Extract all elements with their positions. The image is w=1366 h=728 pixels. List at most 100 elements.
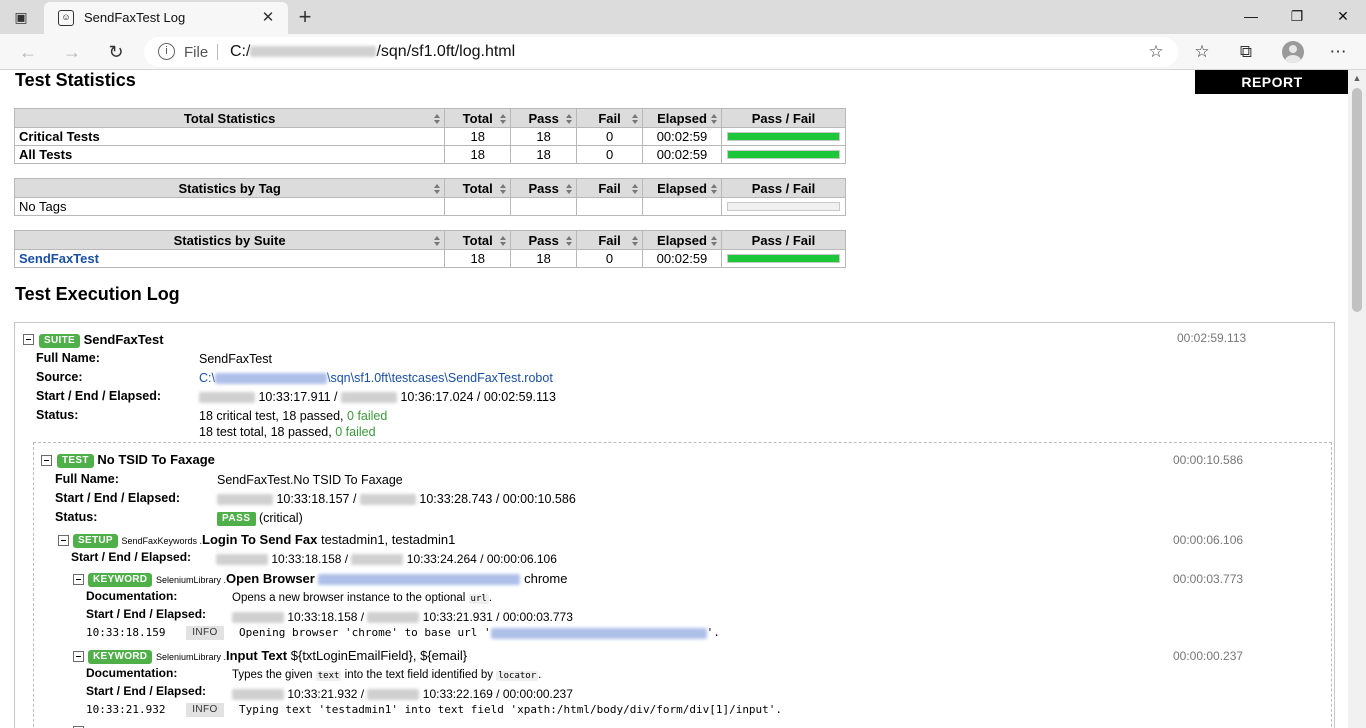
- sort-icon: [566, 236, 573, 246]
- test-elapsed: 00:00:10.586: [1173, 453, 1244, 467]
- scroll-up-icon[interactable]: ▲: [1348, 70, 1366, 86]
- sort-icon: [710, 184, 718, 194]
- close-window-icon[interactable]: ✕: [1320, 0, 1366, 32]
- suite-header[interactable]: SUITE SendFaxTest: [39, 332, 164, 348]
- address-scheme: File: [184, 44, 209, 61]
- col-header[interactable]: Statistics by Tag: [13, 178, 446, 198]
- close-tab-icon[interactable]: ✕: [258, 8, 278, 28]
- col-header[interactable]: Pass: [510, 178, 578, 198]
- stat-pass: [510, 197, 578, 216]
- meta-key: Start / End / Elapsed:: [71, 550, 192, 564]
- collections-icon[interactable]: ⧉: [1233, 39, 1259, 65]
- vertical-scrollbar[interactable]: ▲: [1348, 70, 1366, 728]
- collapse-test-toggle[interactable]: [41, 455, 52, 466]
- collapse-keyword-toggle[interactable]: [73, 574, 84, 585]
- keyword-documentation: Opens a new browser instance to the opti…: [232, 592, 493, 604]
- stat-elapsed: 00:02:59: [642, 127, 722, 146]
- address-bar[interactable]: i File C:/ /sqn/sf1.0ft/log.html ☆: [144, 37, 1178, 67]
- test-status: PASS (critical): [217, 511, 303, 526]
- stat-graph-cell: [720, 145, 847, 164]
- keyword-header[interactable]: KEYWORD SeleniumLibrary .Input Text ${tx…: [88, 648, 467, 664]
- keyword-header[interactable]: KEYWORD SeleniumLibrary .Open Browser ch…: [88, 571, 567, 587]
- refresh-icon[interactable]: ↻: [102, 38, 130, 66]
- meta-key: Full Name:: [55, 472, 119, 486]
- stat-fail: [576, 197, 644, 216]
- sort-icon: [632, 114, 639, 124]
- col-header[interactable]: Elapsed: [642, 178, 722, 198]
- col-header[interactable]: Pass: [510, 230, 578, 250]
- col-header[interactable]: Total Statistics: [13, 108, 446, 128]
- redacted-path: [250, 46, 377, 58]
- browser-toolbar: ← → ↻ i File C://sqn/sf1.0ft/log.html ☆ …: [0, 34, 1366, 70]
- suite-times: 10:33:17.911 / 10:36:17.024 / 00:02:59.1…: [199, 390, 556, 404]
- back-arrow-icon[interactable]: ←: [14, 38, 42, 66]
- tab-title: SendFaxTest Log: [84, 10, 186, 25]
- stat-graph-cell: [720, 197, 847, 216]
- meta-key: Start / End / Elapsed:: [86, 684, 207, 698]
- test-full-name: SendFaxTest.No TSID To Faxage: [217, 473, 403, 487]
- browser-tab[interactable]: ☺ SendFaxTest Log ✕: [44, 2, 288, 34]
- col-header[interactable]: Fail: [576, 108, 644, 128]
- new-tab-button[interactable]: +: [292, 4, 318, 30]
- forward-arrow-icon[interactable]: →: [58, 38, 86, 66]
- tab-actions-icon[interactable]: ▣: [10, 7, 32, 27]
- meta-key: Start / End / Elapsed:: [55, 491, 181, 505]
- pass-fail-bar: [726, 202, 840, 211]
- add-favorite-icon[interactable]: ☆: [1146, 42, 1166, 62]
- scrollbar-thumb[interactable]: [1352, 88, 1362, 312]
- report-button[interactable]: REPORT: [1195, 70, 1348, 94]
- stat-name: All Tests: [13, 145, 446, 164]
- meta-key: Full Name:: [36, 351, 100, 365]
- minimize-icon[interactable]: —: [1228, 0, 1274, 32]
- sort-icon: [710, 236, 718, 246]
- collapse-keyword-toggle[interactable]: [73, 651, 84, 662]
- col-header[interactable]: Pass: [510, 108, 578, 128]
- col-header[interactable]: Fail: [576, 178, 644, 198]
- address-url[interactable]: C:/ /sqn/sf1.0ft/log.html: [230, 43, 515, 61]
- collapse-suite-toggle[interactable]: [23, 334, 34, 345]
- favorites-icon[interactable]: ☆: [1189, 39, 1215, 65]
- source-link[interactable]: C:\ \sqn\sf1.0ft\testcases\SendFaxTest.ro…: [199, 371, 553, 385]
- setup-header[interactable]: SETUP SendFaxKeywords .Login To Send Fax…: [73, 532, 455, 548]
- more-options-icon[interactable]: ⋯: [1325, 39, 1351, 65]
- keyword-library: SeleniumLibrary .: [155, 652, 226, 662]
- test-statistics-heading: Test Statistics: [15, 70, 136, 90]
- table-row: SendFaxTest 18 18 0 00:02:59: [13, 249, 847, 268]
- col-header[interactable]: Total: [444, 108, 512, 128]
- col-header[interactable]: Elapsed: [642, 230, 722, 250]
- stat-total: 18: [444, 249, 512, 268]
- stat-total: [444, 197, 512, 216]
- col-header[interactable]: Total: [444, 230, 512, 250]
- stat-graph-cell: [720, 127, 847, 146]
- message-text: Typing text 'testadmin1' into text field…: [239, 703, 783, 716]
- col-header[interactable]: Elapsed: [642, 108, 722, 128]
- keyword-times: 10:33:21.932 / 10:33:22.169 / 00:00:00.2…: [232, 687, 573, 701]
- sort-icon: [632, 236, 639, 246]
- keyword-args: ${txtLoginEmailField}, ${email}: [290, 648, 468, 663]
- table-row: All Tests 18 18 0 00:02:59: [13, 145, 847, 164]
- message-text: Opening browser 'chrome' to base url ' '.: [239, 626, 720, 639]
- message-level: INFO: [186, 703, 224, 717]
- col-header[interactable]: Fail: [576, 230, 643, 250]
- restore-icon[interactable]: ❐: [1274, 0, 1320, 32]
- col-header: Pass / Fail: [720, 108, 847, 128]
- suite-link[interactable]: SendFaxTest: [19, 251, 99, 266]
- col-header[interactable]: Total: [444, 178, 512, 198]
- page-viewport: Test Statistics REPORT Total Statistics …: [0, 70, 1348, 728]
- address-separator: [217, 44, 218, 60]
- collapse-setup-toggle[interactable]: [58, 535, 69, 546]
- pass-fill: [727, 255, 839, 262]
- suite-status-line-2: 18 test total, 18 passed, 0 failed: [199, 425, 376, 439]
- info-icon[interactable]: i: [158, 43, 175, 60]
- suite-full-name: SendFaxTest: [199, 352, 272, 366]
- meta-key: Documentation:: [86, 589, 178, 603]
- setup-library: SendFaxKeywords .: [121, 536, 203, 546]
- test-header[interactable]: TEST No TSID To Faxage: [57, 452, 215, 468]
- address-prefix: C:/: [230, 43, 251, 60]
- profile-avatar[interactable]: [1282, 41, 1304, 63]
- keyword-elapsed: 00:00:00.237: [1173, 649, 1244, 663]
- suite-elapsed: 00:02:59.113: [1177, 331, 1247, 345]
- col-header[interactable]: Statistics by Suite: [13, 230, 446, 250]
- stat-elapsed: 00:02:59: [642, 249, 722, 268]
- address-suffix: /sqn/sf1.0ft/log.html: [376, 43, 516, 60]
